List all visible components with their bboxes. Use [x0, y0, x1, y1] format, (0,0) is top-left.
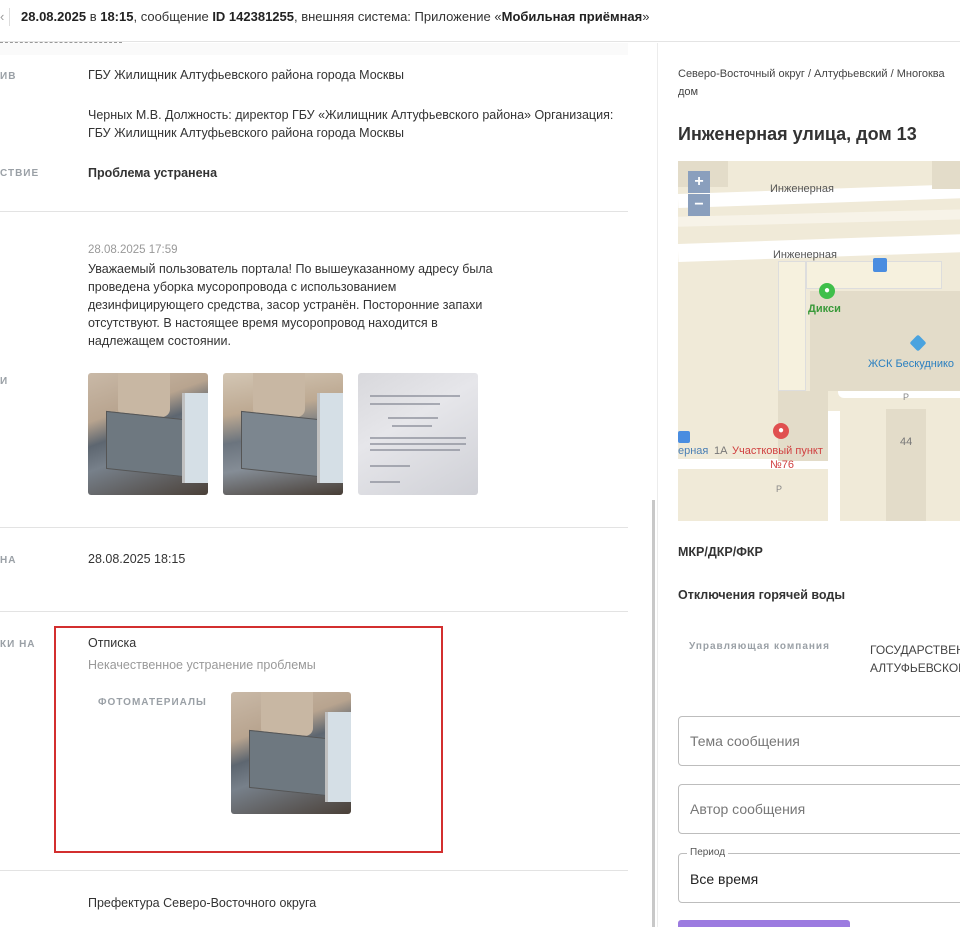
hot-water-outage-link[interactable]: Отключения горячей воды — [678, 588, 845, 602]
control-date-label: на — [0, 555, 17, 566]
complaint-highlight-box — [54, 626, 443, 853]
parking-icon: P — [903, 392, 910, 402]
map-shop-label: Дикси — [808, 303, 841, 315]
executor-org: ГБУ Жилищник Алтуфьевского района города… — [88, 68, 404, 82]
answer-text-line5: надлежащем состоянии. — [88, 334, 231, 348]
repair-program-link[interactable]: МКР/ДКР/ФКР — [678, 545, 763, 559]
answer-text-line1: Уважаемый пользователь портала! По вышеу… — [88, 262, 493, 276]
management-company-label: Управляющая компания — [689, 641, 830, 652]
header-message-word: , сообщение — [133, 9, 213, 24]
map-hoa-label: ЖСК Бескуднико — [868, 358, 955, 370]
answer-date: 28.08.2025 17:59 — [88, 244, 178, 256]
breadcrumb-line2[interactable]: дом — [678, 83, 960, 101]
message-header-bar: ‹ 28.08.2025 в 18:15, сообщение ID 14238… — [0, 0, 960, 42]
bus-stop-icon[interactable] — [678, 431, 690, 443]
header-time: 18:15 — [100, 9, 134, 24]
message-details-panel: ив ГБУ Жилищник Алтуфьевского района гор… — [0, 43, 628, 927]
header-divider — [9, 8, 10, 26]
police-pin-icon[interactable]: ● — [773, 423, 789, 439]
filter-submit-button[interactable] — [678, 920, 850, 927]
answer-photo-document[interactable] — [358, 373, 478, 495]
location-map[interactable]: + − Инженерная Инженерная ● Дикси ЖСК Бе… — [678, 161, 960, 521]
breadcrumb-line1[interactable]: Северо-Восточный округ / Алтуфьевский / … — [678, 65, 960, 83]
header-date: 28.08.2025 — [21, 9, 87, 24]
topic-input[interactable]: Тема сообщения — [678, 716, 960, 766]
result-value: Проблема устранена — [88, 166, 218, 180]
address-sidebar: Северо-Восточный округ / Алтуфьевский / … — [657, 43, 960, 927]
answer-text-line2: проведена уборка мусоропровода с использ… — [88, 280, 397, 294]
left-panel-scrollbar[interactable] — [652, 500, 655, 927]
header-in: в — [86, 9, 101, 24]
map-zoom-out-button[interactable]: − — [688, 194, 710, 216]
author-input[interactable]: Автор сообщения — [678, 784, 960, 834]
executor-person-line2: ГБУ Жилищник Алтуфьевского района города… — [88, 126, 404, 140]
map-street-label: ерная — [678, 445, 709, 457]
executor-person-line1: Черных М.В. Должность: директор ГБУ «Жил… — [88, 108, 614, 122]
topic-placeholder: Тема сообщения — [690, 733, 800, 749]
map-zoom-in-button[interactable]: + — [688, 171, 710, 193]
answer-photo-2[interactable] — [223, 373, 343, 495]
divider — [0, 611, 628, 612]
map-house-number: 44 — [900, 436, 913, 448]
answer-photos-label: и — [0, 376, 9, 387]
map-street-label: Инженерная — [770, 183, 834, 195]
answer-text-line3: дезинфицирующего средства, засор устранё… — [88, 298, 483, 312]
header-system-text: , внешняя система: Приложение « — [294, 9, 502, 24]
parking-icon: P — [776, 484, 783, 494]
address-title: Инженерная улица, дом 13 — [678, 124, 917, 144]
header-app-name: Мобильная приёмная — [501, 9, 643, 24]
divider — [0, 870, 628, 871]
result-label: ствие — [0, 168, 40, 179]
panel-top-strip — [0, 43, 628, 55]
period-value: Все время — [690, 871, 759, 887]
answer-photo-1[interactable] — [88, 373, 208, 495]
map-police-label-line2: №76 — [770, 459, 795, 471]
header-message-id: ID 142381255 — [212, 9, 294, 24]
message-header-text: 28.08.2025 в 18:15, сообщение ID 1423812… — [21, 9, 649, 24]
control-date-value: 28.08.2025 18:15 — [88, 552, 186, 566]
map-street-label: Инженерная — [773, 249, 837, 261]
shop-pin-icon[interactable]: ● — [819, 283, 835, 299]
management-company-value: ГОСУДАРСТВЕН АЛТУФЬЕВСКОГ — [870, 641, 960, 677]
bus-stop-icon[interactable] — [873, 258, 887, 272]
period-legend: Период — [687, 847, 729, 858]
divider — [0, 211, 628, 212]
divider — [0, 527, 628, 528]
back-chevron-icon[interactable]: ‹ — [0, 9, 4, 24]
answer-text-line4: отсутствуют. В настоящее время мусоропро… — [88, 316, 438, 330]
management-company-line1: ГОСУДАРСТВЕН — [870, 643, 960, 657]
header-close-quote: » — [642, 9, 650, 24]
complaint-label: ки на — [0, 639, 36, 650]
executor-label: ив — [0, 71, 17, 82]
breadcrumb: Северо-Восточный округ / Алтуфьевский / … — [678, 65, 960, 101]
map-police-label-line1: Участковый пункт — [732, 445, 823, 457]
map-house-number: 1А — [714, 445, 728, 457]
management-company-line2: АЛТУФЬЕВСКОГ — [870, 661, 960, 675]
author-placeholder: Автор сообщения — [690, 801, 806, 817]
period-select[interactable]: Период Все время — [678, 847, 960, 903]
responsible-org: Префектура Северо-Восточного округа — [88, 896, 317, 910]
